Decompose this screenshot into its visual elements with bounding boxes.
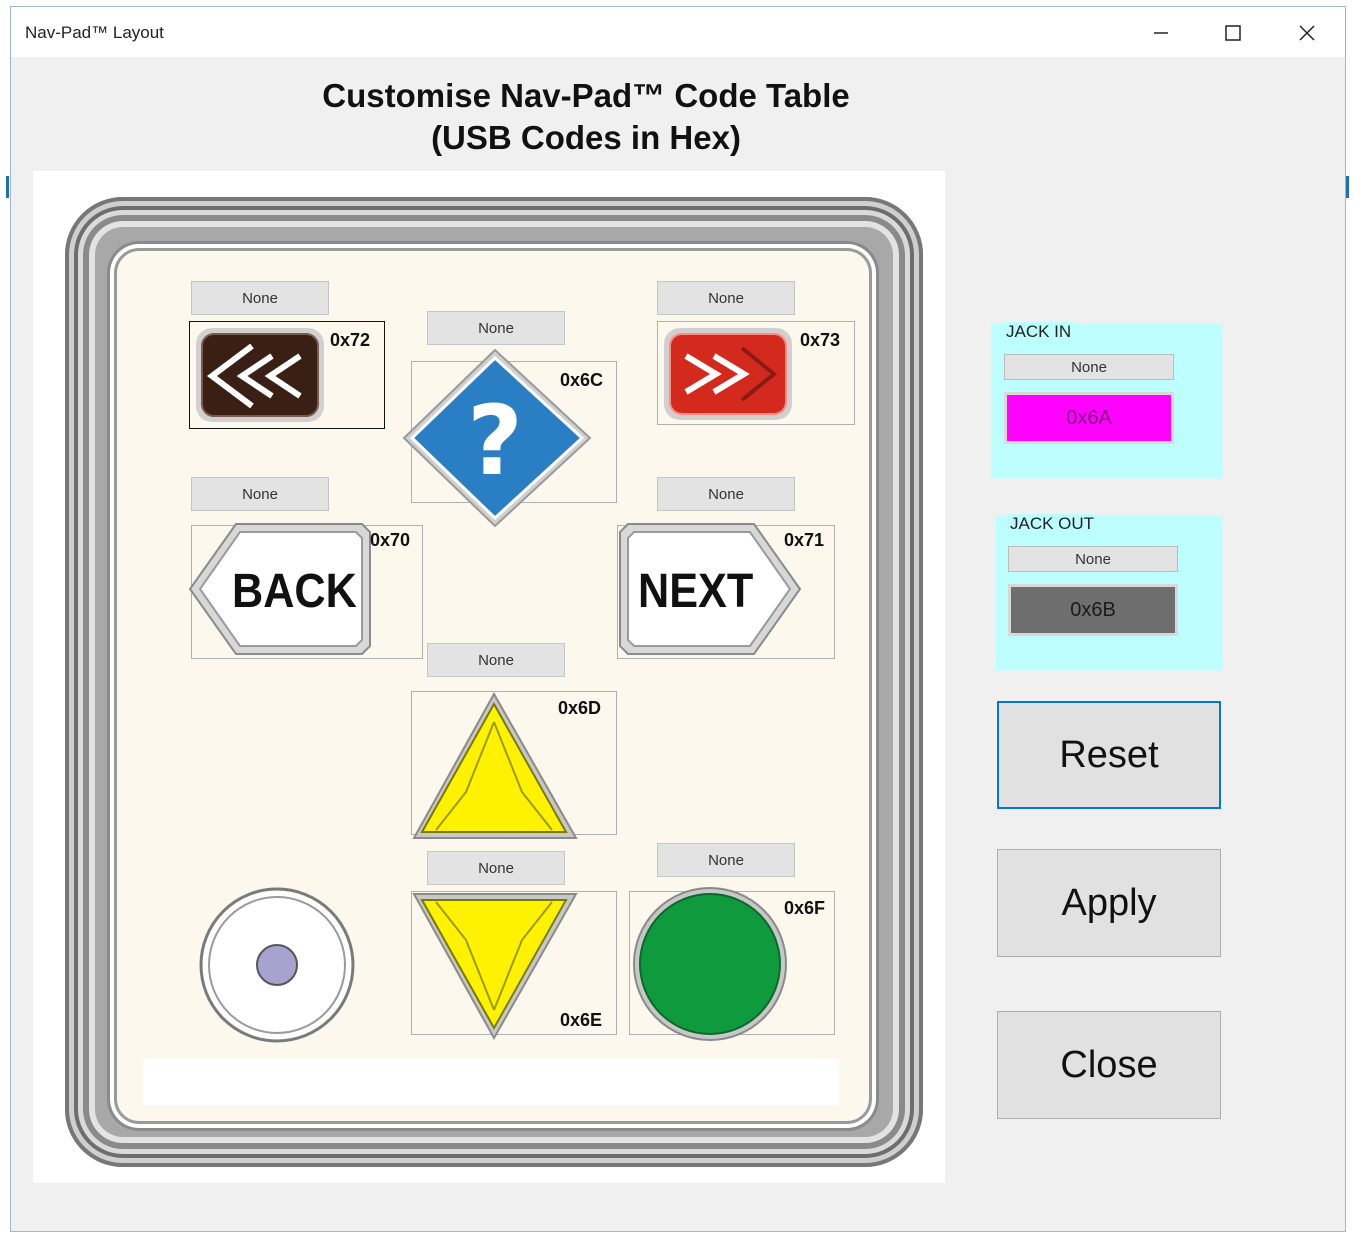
- svg-text:?: ?: [467, 385, 523, 497]
- up-code-label: 0x6D: [558, 698, 602, 718]
- down-key-button[interactable]: 0x6E: [411, 891, 617, 1041]
- rewind-icon: [196, 328, 324, 422]
- select-code-label: 0x6F: [784, 898, 826, 918]
- forward-modifier-select[interactable]: None: [657, 281, 795, 315]
- close-icon: [1299, 25, 1315, 41]
- next-modifier-select[interactable]: None: [657, 477, 795, 511]
- jack-out-code-button[interactable]: 0x6B: [1008, 584, 1178, 636]
- rewind-key-button[interactable]: 0x72: [189, 321, 385, 429]
- minimize-icon: [1154, 32, 1168, 34]
- up-modifier-select[interactable]: None: [427, 643, 565, 677]
- forward-code-label: 0x73: [800, 330, 841, 350]
- window-edge-accent: [6, 176, 9, 198]
- help-modifier-select[interactable]: None: [427, 311, 565, 345]
- down-triangle-icon: [412, 893, 578, 1041]
- next-code-label: 0x71: [784, 530, 825, 550]
- jack-in-label: JACK IN: [1004, 322, 1074, 342]
- minimize-button[interactable]: [1131, 13, 1191, 53]
- joystick-icon: [199, 887, 355, 1043]
- down-modifier-select[interactable]: None: [427, 851, 565, 885]
- select-key-button[interactable]: 0x6F: [629, 887, 835, 1041]
- select-modifier-select[interactable]: None: [657, 843, 795, 877]
- rewind-modifier-select[interactable]: None: [191, 281, 329, 315]
- next-key-button[interactable]: NEXT 0x71: [617, 523, 835, 659]
- up-triangle-icon: [412, 692, 578, 839]
- back-code-label: 0x70: [370, 530, 411, 550]
- fast-forward-icon: [664, 328, 792, 420]
- page-title: Customise Nav-Pad™ Code Table (USB Codes…: [281, 75, 891, 159]
- up-key-button[interactable]: 0x6D: [411, 691, 617, 839]
- jack-in-modifier-select[interactable]: None: [1004, 354, 1174, 380]
- reset-button[interactable]: Reset: [997, 701, 1221, 809]
- nav-pad-bottom-strip: [143, 1059, 839, 1105]
- nav-pad-layout-window: Nav-Pad™ Layout Customise Nav-Pad™ Code …: [10, 6, 1346, 1232]
- window-edge-accent: [1346, 176, 1349, 198]
- apply-button[interactable]: Apply: [997, 849, 1221, 957]
- back-key-button[interactable]: BACK 0x70: [188, 523, 423, 659]
- maximize-button[interactable]: [1203, 13, 1263, 53]
- nav-pad-panel: None 0x72 None ? 0x6C None 0x73 None BAC…: [33, 171, 945, 1183]
- jack-out-modifier-select[interactable]: None: [1008, 546, 1178, 572]
- down-code-label: 0x6E: [560, 1010, 603, 1030]
- green-circle-icon: [633, 887, 787, 1041]
- close-window-button[interactable]: [1277, 13, 1337, 53]
- jack-in-code-button[interactable]: 0x6A: [1004, 392, 1174, 444]
- window-title: Nav-Pad™ Layout: [25, 23, 164, 42]
- jack-out-label: JACK OUT: [1008, 514, 1097, 534]
- help-code-label: 0x6C: [560, 370, 604, 390]
- page-title-line-2: (USB Codes in Hex): [431, 119, 741, 156]
- rewind-code-label: 0x72: [330, 330, 371, 350]
- next-key-label: NEXT: [638, 565, 754, 618]
- title-bar: Nav-Pad™ Layout: [11, 7, 1345, 57]
- maximize-icon: [1225, 25, 1241, 41]
- jack-out-group: JACK OUT None 0x6B: [995, 514, 1223, 671]
- jack-in-group: JACK IN None 0x6A: [991, 322, 1223, 479]
- back-key-label: BACK: [232, 565, 357, 618]
- back-modifier-select[interactable]: None: [191, 477, 329, 511]
- forward-key-button[interactable]: 0x73: [657, 321, 855, 425]
- help-key-button[interactable]: ? 0x6C: [402, 348, 617, 528]
- close-button[interactable]: Close: [997, 1011, 1221, 1119]
- page-title-line-1: Customise Nav-Pad™ Code Table: [322, 77, 850, 114]
